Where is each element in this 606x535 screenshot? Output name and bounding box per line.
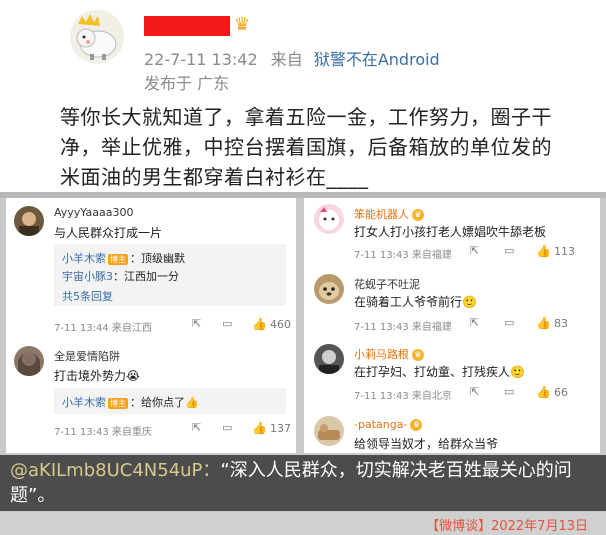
original-post: ♛ 22-7-11 13:42 来自 狱警不在Android 发布于 广东 等你… [0, 0, 606, 192]
comment-username-text: 笨能机器人 [354, 208, 409, 221]
like-count: 66 [553, 386, 568, 399]
comment-username[interactable]: 笨能机器人 ♛ [354, 206, 424, 222]
comment-meta: 7-11 13:43 来自福建 [354, 322, 452, 333]
reply-line[interactable]: 宇宙小豚3：江西加一分 [62, 268, 179, 284]
comment-username[interactable]: -patanga- ♛ [354, 418, 423, 431]
comment-meta: 7-11 13:44 来自江西 [54, 323, 152, 334]
reply-text: ：江西加一分 [113, 270, 179, 283]
comment-icon[interactable]: ▭ [504, 385, 514, 398]
post-text: 等你长大就知道了，拿着五险一金，工作努力，圈子干净，举止优雅，中控台摆着国旗，后… [60, 105, 552, 189]
source-prefix: 来自 [270, 50, 303, 69]
comment-meta: 7-11 13:43 来自北京 [354, 391, 452, 402]
like-icon: 👍 [536, 244, 551, 258]
post-meta: 22-7-11 13:42 来自 狱警不在Android [144, 46, 440, 70]
caption-handle[interactable]: @aKILmb8UC4N54uP： [10, 460, 220, 481]
vip-badge-icon: ♛ [410, 419, 423, 431]
left-comments-panel: AyyyYaaaa300 与人民群众打成一片 小羊木索 博主 ：顶级幽默 宇宙小豚3… [6, 198, 296, 453]
share-icon[interactable]: ⇱ [470, 385, 479, 398]
right-comments-panel: 笨能机器人 ♛ 打女人打小孩打老人嫖娼吹牛舔老板 7-11 13:43 来自福建 … [304, 198, 600, 453]
comment-text: 在打孕妇、打幼童、打残疾人🙂 [354, 365, 525, 379]
share-icon[interactable]: ⇱ [470, 244, 479, 257]
like-count: 83 [553, 317, 568, 330]
author-tag: 博主 [108, 397, 128, 409]
comment-text: 在骑着工人爷爷前行🙂 [354, 295, 477, 309]
crown-icon: ♛ [234, 14, 251, 35]
post-location: 发布于 广东 [144, 74, 230, 93]
reply-username[interactable]: 小羊木索 [62, 396, 106, 409]
reply-line[interactable]: 小羊木索 博主 ：给你点了👍 [62, 394, 199, 410]
comment-text: 给领导当奴才，给群众当爷 [354, 437, 499, 451]
avatar[interactable] [314, 416, 344, 446]
share-icon[interactable]: ⇱ [192, 421, 201, 434]
comment-icon[interactable]: ▭ [222, 421, 232, 434]
comment-text: 打女人打小孩打老人嫖娼吹牛舔老板 [354, 225, 547, 239]
like-button[interactable]: 👍 66 [536, 385, 568, 399]
avatar[interactable] [314, 274, 344, 304]
comment-username[interactable]: 花蚬子不吐泥 [354, 276, 420, 292]
share-icon[interactable]: ⇱ [192, 317, 201, 330]
like-icon: 👍 [252, 421, 267, 435]
comment-username[interactable]: AyyyYaaaa300 [54, 206, 133, 219]
avatar[interactable] [314, 344, 344, 374]
source-device[interactable]: 狱警不在Android [314, 50, 440, 69]
avatar[interactable] [14, 346, 44, 376]
avatar[interactable] [314, 204, 344, 234]
like-icon: 👍 [536, 316, 551, 330]
like-count: 460 [269, 318, 291, 331]
comment-icon[interactable]: ▭ [222, 317, 232, 330]
comment-text: 打击境外势力😭 [54, 369, 141, 383]
share-icon[interactable]: ⇱ [470, 316, 479, 329]
more-replies-link[interactable]: 共5条回复 [62, 288, 113, 304]
comment-meta: 7-11 13:43 来自福建 [354, 250, 452, 261]
like-button[interactable]: 👍 83 [536, 316, 568, 330]
reply-text: ：顶级幽默 [130, 252, 185, 265]
comment-username[interactable]: 全是爱情陷阱 [54, 348, 120, 364]
vip-badge-icon: ♛ [412, 209, 424, 221]
vip-badge-icon: ♛ [412, 349, 424, 361]
like-button[interactable]: 👍 460 [252, 317, 291, 331]
caption: @aKILmb8UC4N54uP：“深入人民群众，切实解决老百姓最关心的问题”。 [10, 458, 596, 508]
comment-username[interactable]: 小莉马路根 ♛ [354, 346, 424, 362]
like-count: 137 [269, 422, 291, 435]
comment-username-text: -patanga- [354, 418, 408, 431]
comment-icon[interactable]: ▭ [504, 316, 514, 329]
reply-text: ：给你点了👍 [130, 396, 199, 409]
comment-icon[interactable]: ▭ [504, 244, 514, 257]
footer-source: 【微博谈】2022年7月13日 [426, 519, 588, 534]
like-count: 113 [553, 245, 575, 258]
like-button[interactable]: 👍 113 [536, 244, 575, 258]
like-icon: 👍 [252, 317, 267, 331]
post-time: 22-7-11 13:42 [144, 50, 258, 69]
avatar[interactable] [70, 10, 124, 64]
reply-username[interactable]: 宇宙小豚3 [62, 270, 113, 283]
like-button[interactable]: 👍 137 [252, 421, 291, 435]
avatar[interactable] [14, 206, 44, 236]
comment-meta: 7-11 13:43 来自重庆 [54, 427, 152, 438]
redacted-username[interactable] [144, 16, 230, 36]
comment-text: 与人民群众打成一片 [54, 226, 163, 240]
reply-username[interactable]: 小羊木索 [62, 252, 106, 265]
author-tag: 博主 [108, 253, 128, 265]
reply-line[interactable]: 小羊木索 博主 ：顶级幽默 [62, 250, 185, 266]
comment-username-text: 小莉马路根 [354, 348, 409, 361]
like-icon: 👍 [536, 385, 551, 399]
